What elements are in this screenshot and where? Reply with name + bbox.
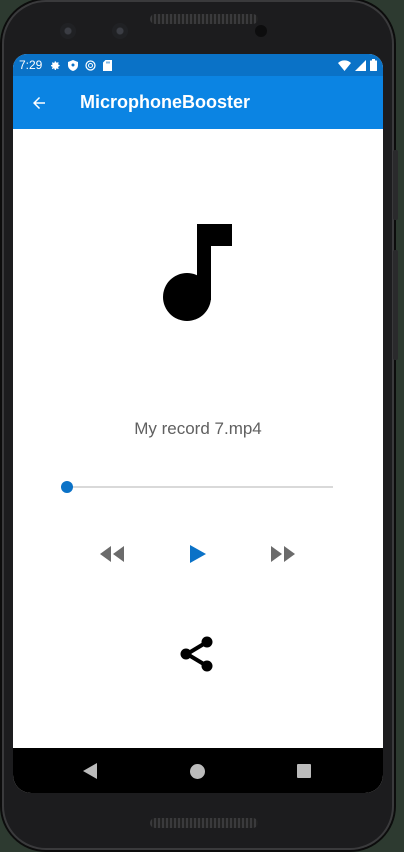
back-button[interactable] [13, 76, 65, 129]
arrow-left-icon [33, 96, 45, 109]
recents-square-icon [297, 764, 311, 778]
status-time: 7:29 [19, 58, 43, 72]
fast-forward-button[interactable] [266, 539, 300, 569]
bottom-speaker [150, 818, 258, 828]
music-note-icon [163, 224, 232, 321]
front-camera [60, 23, 76, 39]
play-button[interactable] [181, 539, 215, 569]
app-bar: MicrophoneBooster [13, 76, 383, 129]
battery-icon [370, 59, 377, 71]
file-name: My record 7.mp4 [134, 419, 262, 438]
rewind-button[interactable] [95, 539, 129, 569]
shield-icon [68, 59, 79, 71]
page-title: MicrophoneBooster [80, 92, 251, 112]
player-content: My record 7.mp4 [13, 129, 383, 748]
nav-home-button[interactable] [186, 760, 208, 782]
power-button [393, 150, 398, 220]
back-triangle-icon [83, 763, 97, 779]
status-bar: 7:29 [13, 54, 383, 76]
share-icon [180, 636, 213, 672]
phone-frame: 7:29 MicrophoneBooster My record 7.mp4 [2, 0, 394, 850]
seek-track [61, 486, 333, 488]
front-sensor [112, 23, 128, 39]
seek-thumb[interactable] [61, 481, 73, 493]
rewind-icon [100, 546, 124, 562]
home-circle-icon [189, 763, 205, 779]
sd-card-icon [103, 59, 113, 71]
screen: 7:29 MicrophoneBooster My record 7.mp4 [13, 54, 383, 793]
playback-controls [13, 539, 383, 569]
signal-icon [355, 59, 366, 71]
nav-back-button[interactable] [79, 760, 101, 782]
proximity-sensor [255, 25, 267, 37]
fast-forward-icon [271, 546, 295, 562]
system-nav-bar [13, 748, 383, 793]
nav-recents-button[interactable] [293, 760, 315, 782]
earpiece-speaker [150, 14, 258, 24]
gear-icon [51, 60, 60, 70]
wifi-icon [338, 59, 351, 71]
sync-icon [85, 59, 96, 71]
volume-button [393, 250, 398, 360]
seek-bar[interactable] [57, 480, 335, 494]
play-icon [190, 545, 206, 563]
share-button[interactable] [177, 634, 217, 674]
